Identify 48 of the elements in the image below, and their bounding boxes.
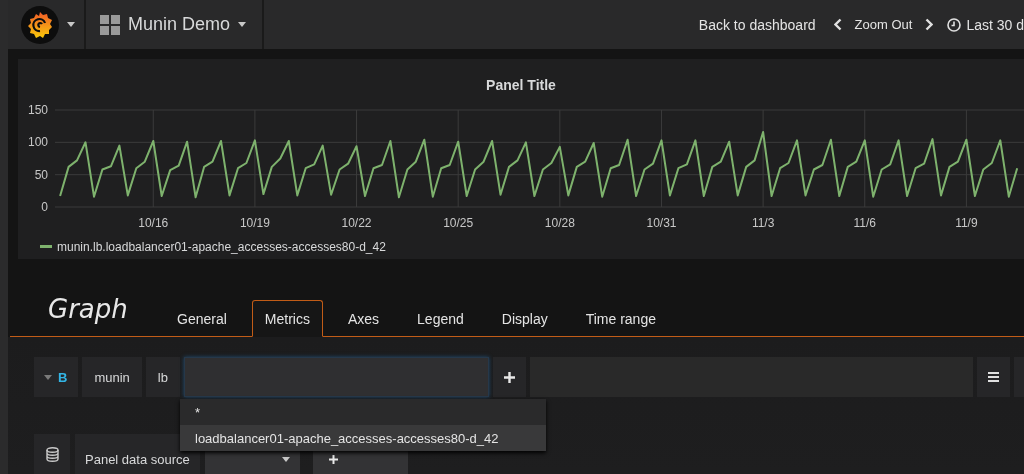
panel-title: Panel Title bbox=[486, 77, 556, 95]
back-link[interactable]: Back to dashboard bbox=[692, 12, 822, 37]
database-icon bbox=[45, 446, 59, 462]
x-tick-label: 10/25 bbox=[443, 216, 474, 230]
x-tick-label: 11/6 bbox=[853, 216, 876, 230]
chevron-left-icon bbox=[833, 18, 842, 31]
metric-segment[interactable]: lb bbox=[145, 357, 180, 397]
x-tick-label: 10/16 bbox=[138, 216, 169, 230]
add-segment-button[interactable] bbox=[492, 357, 526, 397]
data-source-button[interactable] bbox=[34, 434, 70, 474]
chevron-right-icon bbox=[925, 18, 934, 31]
clock-icon bbox=[947, 17, 962, 32]
menu-icon bbox=[988, 372, 999, 382]
x-tick-label: 11/9 bbox=[955, 216, 978, 230]
x-tick-label: 11/3 bbox=[751, 216, 775, 230]
metric-segment[interactable]: munin bbox=[82, 357, 142, 397]
editor-tab[interactable]: Metrics bbox=[251, 300, 323, 337]
caret-icon bbox=[238, 22, 247, 27]
caret-icon bbox=[281, 457, 290, 462]
editor-tab[interactable]: Axes bbox=[334, 300, 393, 337]
logo-icon bbox=[21, 5, 59, 44]
zoom-out-button[interactable]: Zoom Out bbox=[849, 13, 918, 36]
y-tick-label: 100 bbox=[27, 135, 48, 150]
y-tick-label: 150 bbox=[27, 103, 48, 117]
plus-icon bbox=[503, 371, 515, 383]
dashboard-picker[interactable]: Munin Demo bbox=[86, 0, 265, 49]
editor-tab[interactable]: Display bbox=[488, 300, 561, 337]
editor-title: Graph bbox=[47, 294, 129, 326]
plus-icon bbox=[328, 455, 338, 464]
suggestion-item[interactable]: loadbalancer01-apache_accesses-accesses80-d_42 bbox=[180, 425, 546, 451]
y-tick-label: 50 bbox=[34, 167, 48, 182]
editor-tab[interactable]: Legend bbox=[404, 300, 477, 337]
x-tick-label: 10/28 bbox=[544, 216, 575, 230]
x-tick-label: 10/22 bbox=[341, 216, 372, 230]
editor-tab[interactable]: General bbox=[164, 300, 240, 337]
metric-input[interactable] bbox=[183, 357, 489, 397]
y-tick-label: 0 bbox=[41, 200, 48, 214]
legend-label[interactable]: munin.lb.loadbalancer01-apache_accesses-accesses80-d_42 bbox=[57, 239, 386, 254]
x-tick-label: 10/31 bbox=[646, 216, 677, 230]
time-range-button[interactable]: Last 30 d bbox=[941, 12, 1024, 37]
suggestion-item[interactable]: * bbox=[180, 399, 546, 425]
grid-icon bbox=[100, 14, 120, 35]
editor-tab[interactable]: Time range bbox=[572, 300, 669, 337]
caret-icon bbox=[44, 374, 52, 380]
menu-button[interactable] bbox=[977, 357, 1010, 397]
caret-icon bbox=[67, 22, 75, 27]
query-toggle[interactable]: B bbox=[34, 357, 79, 397]
x-tick-label: 10/19 bbox=[239, 216, 270, 230]
